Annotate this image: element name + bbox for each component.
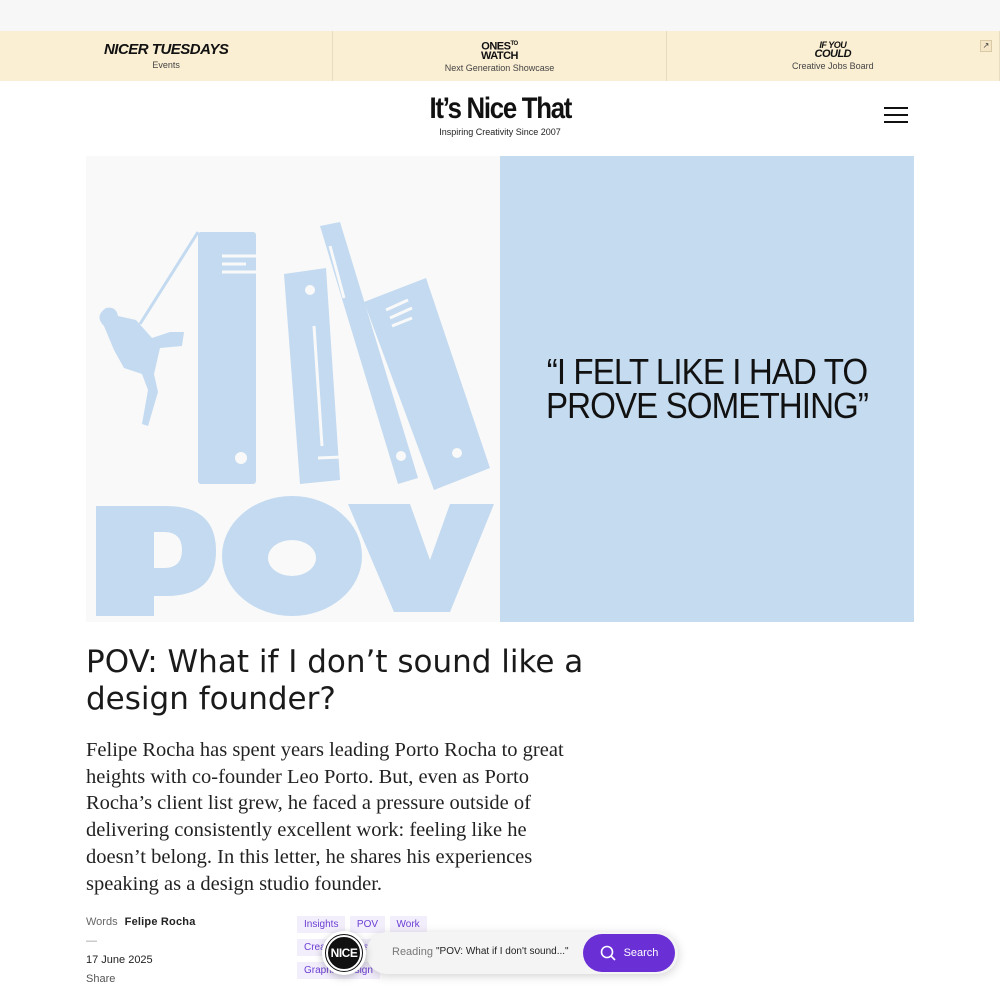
promo-bar: NICER TUESDAYS Events ONESTO WATCH Next … xyxy=(0,31,1000,81)
hero-image: “I FELT LIKE I HAD TO PROVE SOMETHING” xyxy=(86,156,914,622)
climber-figure xyxy=(99,307,184,426)
promo-if-you-could[interactable]: IF YOU COULD Creative Jobs Board xyxy=(667,31,1000,81)
letter-p xyxy=(96,506,216,616)
letter-o-hole xyxy=(268,540,316,576)
hero-quote: “I FELT LIKE I HAD TO PROVE SOMETHING” xyxy=(545,351,869,426)
climber-books-illustration xyxy=(96,222,494,616)
promo-label-showcase: Next Generation Showcase xyxy=(444,63,555,74)
browser-top-strip xyxy=(0,0,1000,31)
menu-line xyxy=(884,114,908,116)
promo-label-jobs: Creative Jobs Board xyxy=(792,61,874,71)
if-you-could-logo: IF YOU COULD xyxy=(814,40,852,60)
pov-illustration xyxy=(86,156,500,622)
words-label: Words xyxy=(86,916,118,928)
menu-line xyxy=(884,107,908,109)
article-standfirst: Felipe Rocha has spent years leading Por… xyxy=(86,739,564,895)
hero-quote-panel: “I FELT LIKE I HAD TO PROVE SOMETHING” xyxy=(500,156,914,622)
article-title: POV: What if I don’t sound like a design… xyxy=(86,644,584,717)
meta-divider: — xyxy=(86,935,97,947)
nicer-tuesdays-logo: NICER TUESDAYS xyxy=(103,41,229,58)
byline: Words Felipe Rocha xyxy=(86,914,196,933)
promo-label-events: Events xyxy=(152,60,180,70)
promo-nicer-tuesdays[interactable]: NICER TUESDAYS Events xyxy=(0,31,334,81)
book-2 xyxy=(284,268,340,484)
search-icon xyxy=(600,945,616,961)
menu-line xyxy=(884,121,908,123)
ones-to-watch-logo: ONESTO WATCH xyxy=(480,40,519,63)
book-2-dot xyxy=(305,285,315,295)
nice-badge-button[interactable]: NICE xyxy=(322,931,366,975)
book-2-line xyxy=(317,455,343,460)
logo-wordmark: It’s Nice That xyxy=(429,92,572,125)
tag-pov[interactable]: POV xyxy=(349,916,386,933)
reading-bar: Reading "POV: What if I don't sound..." … xyxy=(366,932,678,974)
book-1 xyxy=(198,232,256,484)
external-link-icon[interactable]: ↗ xyxy=(980,40,992,52)
nice-logo-icon: NICE xyxy=(325,934,363,972)
book-3-dot xyxy=(396,451,406,461)
tag-work[interactable]: Work xyxy=(389,916,427,933)
book-4-dot xyxy=(452,448,462,458)
logo-tagline: Inspiring Creativity Since 2007 xyxy=(439,127,561,137)
hamburger-menu-icon[interactable] xyxy=(884,107,908,125)
rope xyxy=(138,231,200,325)
book-1-dot xyxy=(235,452,247,464)
publish-date: 17 June 2025 xyxy=(86,954,153,966)
search-label: Search xyxy=(623,947,659,959)
site-header: It’s Nice That Inspiring Creativity Sinc… xyxy=(0,81,1000,155)
author-link[interactable]: Felipe Rocha xyxy=(125,916,196,928)
search-button[interactable]: Search xyxy=(583,934,675,972)
site-logo[interactable]: It’s Nice That Inspiring Creativity Sinc… xyxy=(0,92,1000,138)
article-meta: Words Felipe Rocha — 17 June 2025 Share xyxy=(86,914,196,990)
letter-v xyxy=(348,504,494,612)
tag-insights[interactable]: Insights xyxy=(297,916,346,933)
promo-ones-to-watch[interactable]: ONESTO WATCH Next Generation Showcase xyxy=(333,31,667,81)
share-link[interactable]: Share xyxy=(86,971,196,990)
reading-label: Reading xyxy=(392,946,433,958)
reading-title[interactable]: "POV: What if I don't sound..." xyxy=(436,946,569,957)
